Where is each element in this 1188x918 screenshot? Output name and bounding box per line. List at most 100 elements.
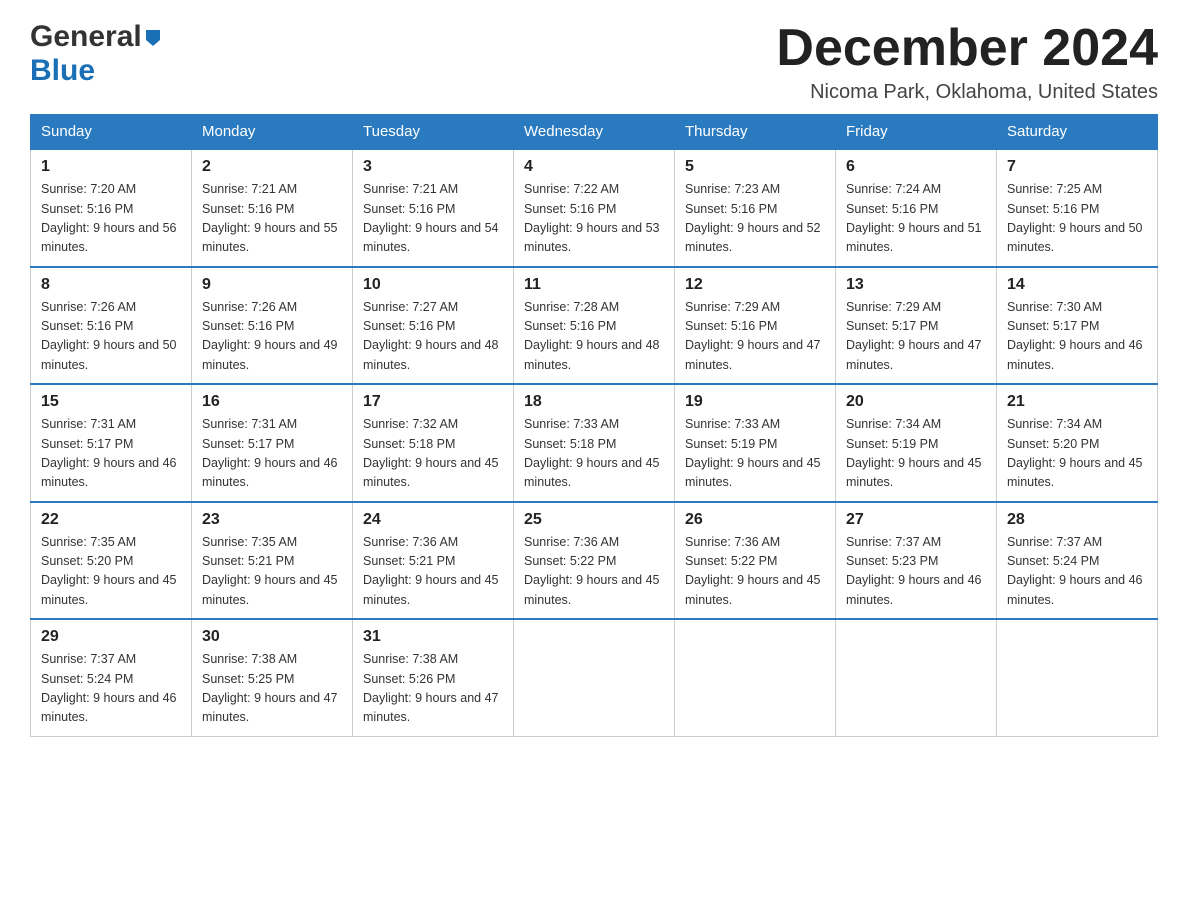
calendar-table: SundayMondayTuesdayWednesdayThursdayFrid… (30, 114, 1158, 737)
day-info: Sunrise: 7:30 AMSunset: 5:17 PMDaylight:… (1007, 300, 1143, 372)
day-number: 2 (202, 158, 342, 176)
day-number: 16 (202, 393, 342, 411)
day-info: Sunrise: 7:29 AMSunset: 5:17 PMDaylight:… (846, 300, 982, 372)
day-number: 14 (1007, 276, 1147, 294)
calendar-cell: 9 Sunrise: 7:26 AMSunset: 5:16 PMDayligh… (192, 267, 353, 385)
calendar-cell: 24 Sunrise: 7:36 AMSunset: 5:21 PMDaylig… (353, 502, 514, 620)
calendar-header-row: SundayMondayTuesdayWednesdayThursdayFrid… (31, 115, 1158, 150)
day-info: Sunrise: 7:28 AMSunset: 5:16 PMDaylight:… (524, 300, 660, 372)
calendar-cell: 26 Sunrise: 7:36 AMSunset: 5:22 PMDaylig… (675, 502, 836, 620)
day-number: 17 (363, 393, 503, 411)
title-block: December 2024 Nicoma Park, Oklahoma, Uni… (776, 20, 1158, 104)
day-number: 7 (1007, 158, 1147, 176)
calendar-cell: 20 Sunrise: 7:34 AMSunset: 5:19 PMDaylig… (836, 384, 997, 502)
logo: General Blue (30, 20, 164, 88)
calendar-week-row: 29 Sunrise: 7:37 AMSunset: 5:24 PMDaylig… (31, 619, 1158, 736)
calendar-cell: 4 Sunrise: 7:22 AMSunset: 5:16 PMDayligh… (514, 149, 675, 267)
calendar-cell: 25 Sunrise: 7:36 AMSunset: 5:22 PMDaylig… (514, 502, 675, 620)
calendar-cell: 15 Sunrise: 7:31 AMSunset: 5:17 PMDaylig… (31, 384, 192, 502)
calendar-cell: 3 Sunrise: 7:21 AMSunset: 5:16 PMDayligh… (353, 149, 514, 267)
day-number: 23 (202, 511, 342, 529)
calendar-cell: 21 Sunrise: 7:34 AMSunset: 5:20 PMDaylig… (997, 384, 1158, 502)
calendar-cell: 30 Sunrise: 7:38 AMSunset: 5:25 PMDaylig… (192, 619, 353, 736)
calendar-cell: 23 Sunrise: 7:35 AMSunset: 5:21 PMDaylig… (192, 502, 353, 620)
calendar-cell: 27 Sunrise: 7:37 AMSunset: 5:23 PMDaylig… (836, 502, 997, 620)
day-number: 20 (846, 393, 986, 411)
day-number: 18 (524, 393, 664, 411)
day-info: Sunrise: 7:31 AMSunset: 5:17 PMDaylight:… (41, 417, 177, 489)
day-number: 1 (41, 158, 181, 176)
day-info: Sunrise: 7:36 AMSunset: 5:21 PMDaylight:… (363, 535, 499, 607)
calendar-cell: 19 Sunrise: 7:33 AMSunset: 5:19 PMDaylig… (675, 384, 836, 502)
calendar-header-friday: Friday (836, 115, 997, 150)
calendar-cell: 16 Sunrise: 7:31 AMSunset: 5:17 PMDaylig… (192, 384, 353, 502)
day-info: Sunrise: 7:24 AMSunset: 5:16 PMDaylight:… (846, 182, 982, 254)
calendar-cell: 17 Sunrise: 7:32 AMSunset: 5:18 PMDaylig… (353, 384, 514, 502)
day-info: Sunrise: 7:33 AMSunset: 5:18 PMDaylight:… (524, 417, 660, 489)
day-info: Sunrise: 7:21 AMSunset: 5:16 PMDaylight:… (202, 182, 338, 254)
calendar-cell: 18 Sunrise: 7:33 AMSunset: 5:18 PMDaylig… (514, 384, 675, 502)
day-number: 30 (202, 628, 342, 646)
calendar-cell: 7 Sunrise: 7:25 AMSunset: 5:16 PMDayligh… (997, 149, 1158, 267)
location-text: Nicoma Park, Oklahoma, United States (776, 81, 1158, 104)
day-number: 5 (685, 158, 825, 176)
day-number: 3 (363, 158, 503, 176)
calendar-header-saturday: Saturday (997, 115, 1158, 150)
day-info: Sunrise: 7:26 AMSunset: 5:16 PMDaylight:… (202, 300, 338, 372)
calendar-cell (675, 619, 836, 736)
day-info: Sunrise: 7:36 AMSunset: 5:22 PMDaylight:… (685, 535, 821, 607)
day-number: 31 (363, 628, 503, 646)
calendar-cell: 2 Sunrise: 7:21 AMSunset: 5:16 PMDayligh… (192, 149, 353, 267)
day-number: 22 (41, 511, 181, 529)
calendar-header-thursday: Thursday (675, 115, 836, 150)
day-info: Sunrise: 7:29 AMSunset: 5:16 PMDaylight:… (685, 300, 821, 372)
day-info: Sunrise: 7:21 AMSunset: 5:16 PMDaylight:… (363, 182, 499, 254)
day-info: Sunrise: 7:37 AMSunset: 5:23 PMDaylight:… (846, 535, 982, 607)
day-number: 24 (363, 511, 503, 529)
calendar-cell: 8 Sunrise: 7:26 AMSunset: 5:16 PMDayligh… (31, 267, 192, 385)
day-info: Sunrise: 7:34 AMSunset: 5:19 PMDaylight:… (846, 417, 982, 489)
day-info: Sunrise: 7:23 AMSunset: 5:16 PMDaylight:… (685, 182, 821, 254)
day-number: 15 (41, 393, 181, 411)
day-info: Sunrise: 7:38 AMSunset: 5:25 PMDaylight:… (202, 652, 338, 724)
calendar-week-row: 22 Sunrise: 7:35 AMSunset: 5:20 PMDaylig… (31, 502, 1158, 620)
day-info: Sunrise: 7:26 AMSunset: 5:16 PMDaylight:… (41, 300, 177, 372)
day-info: Sunrise: 7:36 AMSunset: 5:22 PMDaylight:… (524, 535, 660, 607)
day-info: Sunrise: 7:35 AMSunset: 5:20 PMDaylight:… (41, 535, 177, 607)
day-number: 25 (524, 511, 664, 529)
calendar-cell (836, 619, 997, 736)
day-info: Sunrise: 7:38 AMSunset: 5:26 PMDaylight:… (363, 652, 499, 724)
day-info: Sunrise: 7:32 AMSunset: 5:18 PMDaylight:… (363, 417, 499, 489)
page-header: General Blue December 2024 Nicoma Park, … (30, 20, 1158, 104)
calendar-cell: 11 Sunrise: 7:28 AMSunset: 5:16 PMDaylig… (514, 267, 675, 385)
day-number: 11 (524, 276, 664, 294)
calendar-header-monday: Monday (192, 115, 353, 150)
calendar-cell: 13 Sunrise: 7:29 AMSunset: 5:17 PMDaylig… (836, 267, 997, 385)
day-info: Sunrise: 7:22 AMSunset: 5:16 PMDaylight:… (524, 182, 660, 254)
day-number: 9 (202, 276, 342, 294)
calendar-cell: 31 Sunrise: 7:38 AMSunset: 5:26 PMDaylig… (353, 619, 514, 736)
calendar-cell: 12 Sunrise: 7:29 AMSunset: 5:16 PMDaylig… (675, 267, 836, 385)
calendar-cell: 10 Sunrise: 7:27 AMSunset: 5:16 PMDaylig… (353, 267, 514, 385)
day-number: 6 (846, 158, 986, 176)
day-info: Sunrise: 7:35 AMSunset: 5:21 PMDaylight:… (202, 535, 338, 607)
day-number: 27 (846, 511, 986, 529)
calendar-week-row: 15 Sunrise: 7:31 AMSunset: 5:17 PMDaylig… (31, 384, 1158, 502)
calendar-header-sunday: Sunday (31, 115, 192, 150)
calendar-week-row: 1 Sunrise: 7:20 AMSunset: 5:16 PMDayligh… (31, 149, 1158, 267)
calendar-cell: 29 Sunrise: 7:37 AMSunset: 5:24 PMDaylig… (31, 619, 192, 736)
day-info: Sunrise: 7:27 AMSunset: 5:16 PMDaylight:… (363, 300, 499, 372)
day-number: 19 (685, 393, 825, 411)
calendar-cell: 22 Sunrise: 7:35 AMSunset: 5:20 PMDaylig… (31, 502, 192, 620)
day-number: 4 (524, 158, 664, 176)
logo-general-text: General (30, 20, 142, 54)
day-info: Sunrise: 7:33 AMSunset: 5:19 PMDaylight:… (685, 417, 821, 489)
calendar-cell (514, 619, 675, 736)
calendar-cell: 14 Sunrise: 7:30 AMSunset: 5:17 PMDaylig… (997, 267, 1158, 385)
day-info: Sunrise: 7:25 AMSunset: 5:16 PMDaylight:… (1007, 182, 1143, 254)
logo-blue-text: Blue (30, 54, 95, 88)
month-title: December 2024 (776, 20, 1158, 77)
day-number: 26 (685, 511, 825, 529)
day-info: Sunrise: 7:31 AMSunset: 5:17 PMDaylight:… (202, 417, 338, 489)
day-info: Sunrise: 7:37 AMSunset: 5:24 PMDaylight:… (1007, 535, 1143, 607)
